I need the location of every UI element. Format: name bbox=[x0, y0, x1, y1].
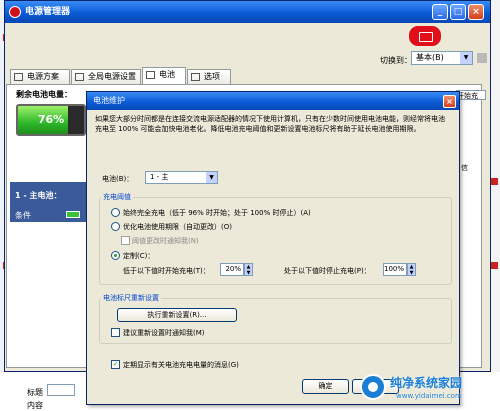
side-text: 信 bbox=[461, 164, 468, 172]
background-content-label: 内容 bbox=[27, 401, 43, 410]
background-title-label: 标题 bbox=[27, 388, 43, 397]
radio-optimize[interactable] bbox=[111, 222, 120, 231]
battery-icon bbox=[146, 71, 155, 79]
chevron-down-icon: ▼ bbox=[206, 172, 217, 183]
notify-threshold-label: 阈值更改时通知我(N) bbox=[132, 237, 199, 245]
threshold-group-title: 充电阈值 bbox=[101, 192, 133, 202]
help-icon[interactable] bbox=[477, 53, 487, 63]
show-message-checkbox[interactable]: ✓ bbox=[111, 360, 120, 369]
switch-label: 切换到： bbox=[380, 56, 412, 65]
gauge-reset-group-title: 电池标尺重新设置 bbox=[101, 293, 161, 303]
reset-notify-label[interactable]: 建议重新设置时通知我(M) bbox=[123, 328, 205, 338]
start-charge-input[interactable]: 20% bbox=[220, 263, 244, 276]
battery-name: 1 - 主电池： bbox=[15, 191, 62, 200]
reset-notify-checkbox[interactable] bbox=[111, 328, 120, 337]
notify-threshold-checkbox[interactable] bbox=[121, 236, 130, 245]
switch-mode-value: 基本(B) bbox=[416, 53, 444, 62]
battery-select-value: 1 - 主 bbox=[150, 173, 169, 181]
remaining-label: 剩余电池电量： bbox=[16, 90, 72, 99]
switch-mode-select[interactable]: 基本(B) ▼ bbox=[411, 51, 473, 65]
stop-charge-stepper[interactable]: ▲ ▼ bbox=[407, 263, 416, 276]
tab-label: 选项 bbox=[204, 72, 220, 81]
battery-percent: 76% bbox=[37, 113, 65, 126]
chevron-down-icon: ▼ bbox=[460, 52, 472, 64]
condition-label: 条件 bbox=[15, 211, 31, 220]
radio-full-charge-label[interactable]: 始终完全充电（低于 96% 时开始；处于 100% 时停止）(A) bbox=[123, 208, 311, 218]
background-marker bbox=[490, 178, 498, 185]
plan-icon bbox=[14, 73, 23, 81]
dialog-titlebar[interactable]: 电池维护 × bbox=[87, 92, 459, 110]
radio-full-charge[interactable] bbox=[111, 208, 120, 217]
tab-label: 电源方案 bbox=[27, 72, 59, 81]
watermark-name: 纯净系统家园 bbox=[390, 376, 463, 390]
power-manager-titlebar[interactable]: 电源管理器 _ □ × bbox=[5, 1, 490, 23]
watermark-logo bbox=[360, 374, 386, 400]
tab-label: 全局电源设置 bbox=[88, 72, 136, 81]
watermark-url: www.yidaimei.com bbox=[396, 392, 462, 400]
ok-button[interactable]: 确定 bbox=[302, 379, 349, 394]
tab-label: 电池 bbox=[159, 70, 175, 79]
battery-select-label: 电池(B)： bbox=[102, 175, 134, 183]
gear-icon bbox=[75, 73, 84, 81]
background-title-select[interactable] bbox=[47, 384, 75, 396]
tab-power-plan[interactable]: 电源方案 bbox=[10, 69, 70, 84]
close-button[interactable]: × bbox=[468, 4, 484, 20]
stop-charge-label: 处于以下值时停止充电(P)： bbox=[284, 267, 371, 275]
power-manager-icon bbox=[9, 6, 21, 18]
battery-brand-icon bbox=[409, 26, 441, 46]
tab-options[interactable]: 选项 bbox=[187, 69, 231, 84]
radio-custom-label[interactable]: 定制(C)： bbox=[123, 251, 154, 261]
condition-icon bbox=[66, 211, 80, 218]
background-marker bbox=[490, 262, 498, 269]
tab-global-settings[interactable]: 全局电源设置 bbox=[71, 69, 141, 84]
minimize-button[interactable]: _ bbox=[432, 4, 448, 20]
dialog-title: 电池维护 bbox=[93, 96, 125, 105]
radio-custom[interactable] bbox=[111, 251, 120, 260]
radio-optimize-label[interactable]: 优化电池使用期限（自动更改）(O) bbox=[123, 222, 232, 232]
show-message-label[interactable]: 定期显示有关电池充电电量的消息(G) bbox=[123, 360, 239, 370]
start-charge-label: 低于以下值时开始充电(T)： bbox=[123, 267, 210, 275]
checkbox-icon bbox=[191, 73, 200, 81]
tab-battery[interactable]: 电池 bbox=[142, 67, 186, 84]
side-text-field: 开始充 bbox=[456, 90, 486, 100]
dialog-close-button[interactable]: × bbox=[443, 95, 456, 108]
reset-gauge-button[interactable]: 执行重新设置(R)... bbox=[117, 308, 237, 322]
stop-charge-input[interactable]: 100% bbox=[383, 263, 407, 276]
start-charge-stepper[interactable]: ▲ ▼ bbox=[244, 263, 253, 276]
window-title: 电源管理器 bbox=[25, 7, 71, 17]
battery-select[interactable]: 1 - 主 ▼ bbox=[145, 171, 218, 184]
dialog-intro: 如果您大部分时间都是在连接交流电源适配器的情况下使用计算机，只有在少数时间使用电… bbox=[95, 115, 445, 133]
maximize-button[interactable]: □ bbox=[450, 4, 466, 20]
